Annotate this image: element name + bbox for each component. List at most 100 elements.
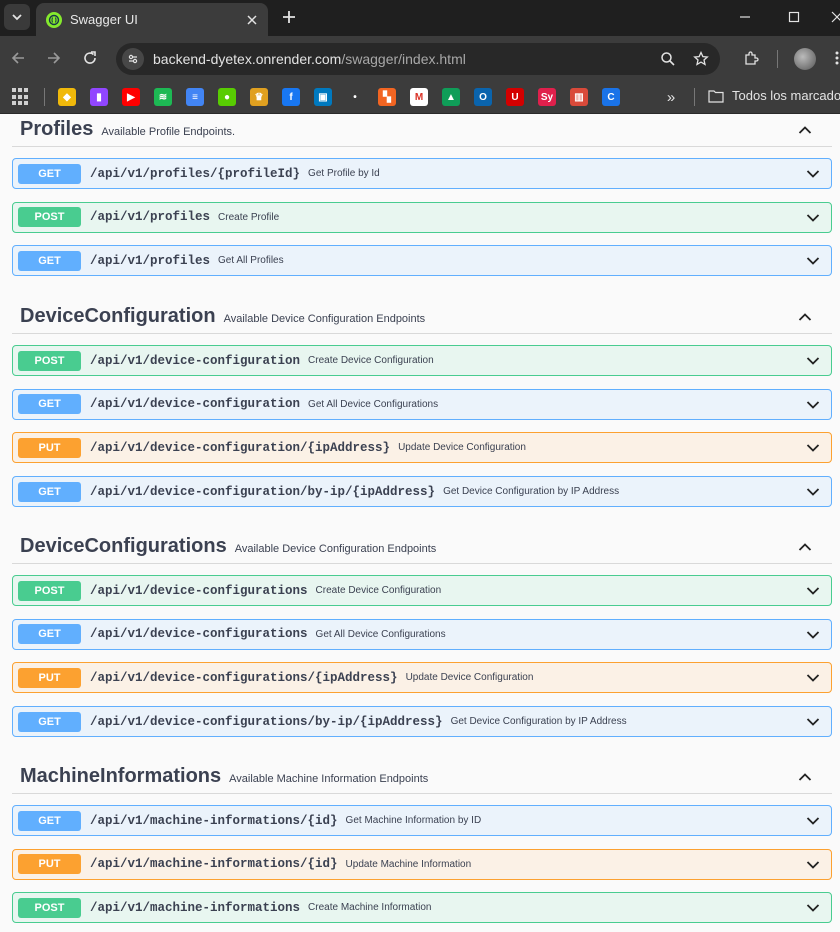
operation-summary: Create Machine Information <box>308 902 432 914</box>
operation-summary: Get Device Configuration by IP Address <box>450 716 627 728</box>
operation-row[interactable]: GET/api/v1/device-configuration/by-ip/{i… <box>12 476 832 508</box>
chevron-down-icon[interactable] <box>805 210 821 226</box>
new-tab-plus-icon[interactable] <box>278 6 300 28</box>
operation-path: /api/v1/device-configuration/{ipAddress} <box>90 440 391 455</box>
tab-close-icon[interactable] <box>242 10 262 30</box>
upc-bookmark-icon[interactable]: U <box>506 88 524 106</box>
method-badge: PUT <box>18 854 81 875</box>
operation-summary: Update Machine Information <box>345 858 472 870</box>
chevron-down-icon[interactable] <box>805 714 821 730</box>
duolingo-bookmark-icon[interactable]: ● <box>218 88 236 106</box>
chevron-down-icon[interactable] <box>805 857 821 873</box>
operation-path: /api/v1/machine-informations/{id} <box>90 857 338 872</box>
method-badge: GET <box>18 711 81 732</box>
chevron-down-icon[interactable] <box>805 253 821 269</box>
section-header[interactable]: Profiles Available Profile Endpoints. <box>12 115 832 147</box>
spotify-bookmark-icon[interactable]: ≋ <box>154 88 172 106</box>
chevron-down-icon[interactable] <box>805 583 821 599</box>
gmail-bookmark-icon[interactable]: M <box>410 88 428 106</box>
forward-arrow-icon[interactable] <box>42 46 66 70</box>
operation-row[interactable]: PUT/api/v1/device-configuration/{ipAddre… <box>12 432 832 464</box>
operation-row[interactable]: GET/api/v1/profiles Get All Profiles <box>12 245 832 277</box>
all-bookmarks-folder[interactable]: Todos los marcadores <box>708 88 840 103</box>
apps-grid-icon[interactable] <box>12 88 30 106</box>
twitch-bookmark-icon[interactable]: ▮ <box>90 88 108 106</box>
minimize-icon[interactable] <box>734 6 756 28</box>
operation-path: /api/v1/profiles <box>90 253 211 268</box>
operation-summary: Get All Profiles <box>218 255 284 267</box>
browser-tab-active[interactable]: Swagger UI <box>36 3 268 36</box>
chevron-down-icon[interactable] <box>805 813 821 829</box>
section-title: MachineInformations <box>20 765 222 787</box>
bookmark-star-icon[interactable] <box>691 49 711 69</box>
chevron-down-icon[interactable] <box>805 484 821 500</box>
chevron-up-icon[interactable] <box>796 308 814 326</box>
extensions-puzzle-icon[interactable] <box>740 47 762 69</box>
section-deviceconfiguration: DeviceConfiguration Available Device Conf… <box>12 300 832 508</box>
binance-bookmark-icon[interactable]: ◆ <box>58 88 76 106</box>
tab-search-button[interactable] <box>4 4 30 30</box>
reload-icon[interactable] <box>78 46 102 70</box>
operation-row[interactable]: POST/api/v1/device-configurations Create … <box>12 575 832 606</box>
section-header[interactable]: MachineInformations Available Machine Inf… <box>12 760 832 794</box>
section-profiles: Profiles Available Profile Endpoints. GET /… <box>12 115 832 277</box>
url-path: /swagger/index.html <box>341 51 466 67</box>
section-description: Available Machine Information Endpoints <box>229 772 429 785</box>
operation-summary: Get All Device Configurations <box>308 398 439 410</box>
method-badge: PUT <box>18 437 81 458</box>
bookmarks-overflow-icon[interactable]: » <box>662 88 680 106</box>
crown-bookmark-icon[interactable]: ♛ <box>250 88 268 106</box>
operation-row[interactable]: POST/api/v1/profiles Create Profile <box>12 201 832 233</box>
close-window-icon[interactable] <box>826 6 840 28</box>
chevron-down-icon[interactable] <box>805 627 821 643</box>
chevron-up-icon[interactable] <box>796 121 814 139</box>
browser-toolbar: backend-dyetex.onrender.com/swagger/inde… <box>0 36 840 80</box>
google-docs-bookmark-icon[interactable]: ≡ <box>186 88 204 106</box>
profile-avatar[interactable] <box>794 48 816 70</box>
operation-row[interactable]: POST/api/v1/machine-informations Create M… <box>12 892 832 924</box>
method-badge: GET <box>18 163 81 184</box>
chevron-down-icon[interactable] <box>805 900 821 916</box>
google-drive-bookmark-icon[interactable]: ▲ <box>442 88 460 106</box>
symbolab-bookmark-icon[interactable]: Sy <box>538 88 556 106</box>
operation-row[interactable]: GET/api/v1/device-configurations/by-ip/{… <box>12 706 832 738</box>
browser-tab-bar: Swagger UI <box>0 0 840 36</box>
section-deviceconfigurations: DeviceConfigurations Available Device Con… <box>12 530 832 738</box>
chevron-up-icon[interactable] <box>796 768 814 786</box>
zoom-icon[interactable] <box>658 49 678 69</box>
chevron-up-icon[interactable] <box>796 538 814 556</box>
operation-row[interactable]: PUT/api/v1/device-configurations/{ipAddr… <box>12 662 832 694</box>
dot-bookmark-icon[interactable]: • <box>346 88 364 106</box>
chevron-down-icon[interactable] <box>805 440 821 456</box>
maximize-icon[interactable] <box>783 6 805 28</box>
facebook-bookmark-icon[interactable]: f <box>282 88 300 106</box>
back-arrow-icon[interactable] <box>6 46 30 70</box>
book-bookmark-icon[interactable]: ▥ <box>570 88 588 106</box>
section-header[interactable]: DeviceConfiguration Available Device Conf… <box>12 300 832 334</box>
operation-summary: Create Profile <box>218 211 280 223</box>
swagger-favicon-icon <box>46 11 62 28</box>
bookmarks-divider <box>44 88 45 106</box>
youtube-bookmark-icon[interactable]: ▶ <box>122 88 140 106</box>
chevron-down-icon[interactable] <box>805 397 821 413</box>
operation-row[interactable]: POST/api/v1/device-configuration Create D… <box>12 345 832 376</box>
operation-row[interactable]: GET/api/v1/device-configuration Get All D… <box>12 388 832 420</box>
c-app-bookmark-icon[interactable]: C <box>602 88 620 106</box>
operation-row[interactable]: GET/api/v1/profiles/{profileId} Get Profi… <box>12 158 832 189</box>
operation-summary: Get Machine Information by ID <box>345 815 482 826</box>
operation-row[interactable]: PUT/api/v1/machine-informations/{id} Upda… <box>12 848 832 880</box>
operation-row[interactable]: GET/api/v1/device-configurations Get All … <box>12 618 832 650</box>
chevron-down-icon[interactable] <box>805 353 821 369</box>
section-header[interactable]: DeviceConfigurations Available Device Con… <box>12 530 832 564</box>
operation-summary: Get All Device Configurations <box>315 628 446 640</box>
chevron-down-icon[interactable] <box>805 166 821 182</box>
chevron-down-icon[interactable] <box>805 670 821 686</box>
menu-kebab-icon[interactable] <box>826 47 840 69</box>
operation-row[interactable]: GET/api/v1/machine-informations/{id} Get … <box>12 805 832 836</box>
outlook-bookmark-icon[interactable]: O <box>474 88 492 106</box>
address-bar[interactable]: backend-dyetex.onrender.com/swagger/inde… <box>116 43 720 75</box>
trello-bookmark-icon[interactable]: ▣ <box>314 88 332 106</box>
site-info-icon[interactable] <box>122 48 144 70</box>
orange-app-bookmark-icon[interactable]: ▚ <box>378 88 396 106</box>
operation-path: /api/v1/device-configurations <box>90 583 308 598</box>
